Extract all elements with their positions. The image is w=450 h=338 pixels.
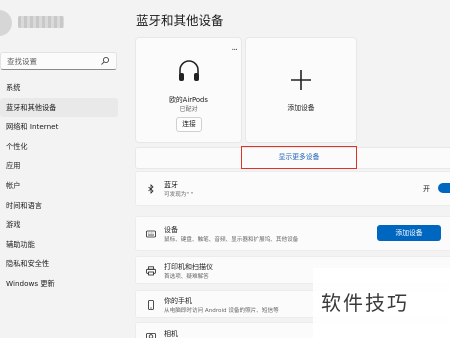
bluetooth-title: 蓝牙 — [164, 181, 178, 189]
sidebar-item-apps[interactable]: 应用 — [0, 156, 118, 176]
add-device-button[interactable]: 添加设备 — [377, 225, 441, 241]
headphones-icon — [179, 60, 199, 81]
page-title: 蓝牙和其他设备 — [136, 13, 224, 28]
bluetooth-toggle-label: 开 — [423, 185, 430, 193]
show-more-devices-link[interactable]: 显示更多设备 — [241, 146, 357, 169]
sidebar-item-system[interactable]: 系统 — [0, 78, 118, 98]
bluetooth-icon — [148, 184, 154, 194]
devices-row[interactable]: 设备 鼠标、键盘、触笔、音频、显示器和扩展坞、其他设备 添加设备 — [135, 216, 450, 251]
bluetooth-subtitle: 可发现为" " — [164, 192, 194, 198]
device-name: 欧的AirPods — [169, 96, 208, 104]
phone-icon — [148, 300, 154, 310]
user-name-blurred — [18, 16, 64, 28]
sidebar-item-network[interactable]: 网络和 Internet — [0, 117, 118, 137]
avatar — [0, 10, 12, 36]
more-options-button[interactable]: ... — [231, 43, 238, 53]
sidebar-item-personalization[interactable]: 个性化 — [0, 137, 118, 157]
camera-title: 相机 — [164, 330, 178, 338]
devices-subtitle: 鼠标、键盘、触笔、音频、显示器和扩展坞、其他设备 — [164, 237, 299, 243]
watermark: 软件技巧 — [313, 268, 450, 338]
phone-subtitle: 从电脑即时访问 Android 设备的照片、短信等 — [164, 308, 279, 314]
phone-title: 你的手机 — [164, 297, 192, 305]
sidebar-item-privacy[interactable]: 隐私和安全性 — [0, 254, 118, 274]
printer-icon — [146, 266, 156, 276]
device-status: 已配对 — [179, 106, 198, 113]
sidebar-item-accounts[interactable]: 帐户 — [0, 176, 118, 196]
camera-icon — [146, 333, 156, 338]
search-input[interactable]: 查找设置 — [0, 52, 117, 70]
keyboard-icon — [146, 230, 156, 238]
sidebar-item-bluetooth-devices[interactable]: 蓝牙和其他设备 — [0, 97, 118, 118]
sidebar-item-windows-update[interactable]: Windows 更新 — [0, 274, 118, 294]
add-device-label: 添加设备 — [287, 104, 315, 112]
connect-button[interactable]: 连接 — [176, 117, 202, 132]
device-card[interactable]: ... 欧的AirPods 已配对 连接 — [135, 37, 242, 143]
user-profile[interactable] — [0, 8, 124, 44]
sidebar-nav: 系统 蓝牙和其他设备 网络和 Internet 个性化 应用 帐户 时间和语言 … — [0, 78, 124, 294]
add-device-card[interactable]: 添加设备 — [245, 37, 357, 143]
search-icon — [101, 56, 110, 65]
bluetooth-toggle[interactable] — [438, 183, 450, 193]
sidebar: 查找设置 系统 蓝牙和其他设备 网络和 Internet 个性化 应用 帐户 时… — [0, 0, 124, 338]
plus-icon — [291, 70, 311, 90]
devices-title: 设备 — [164, 226, 178, 234]
sidebar-item-accessibility[interactable]: 辅助功能 — [0, 235, 118, 255]
sidebar-item-time-language[interactable]: 时间和语言 — [0, 196, 118, 216]
bluetooth-row[interactable]: 蓝牙 可发现为" " 开 — [135, 171, 450, 206]
printers-subtitle: 首选项、疑难解答 — [164, 274, 209, 280]
printers-title: 打印机和扫描仪 — [164, 263, 213, 271]
search-placeholder: 查找设置 — [7, 57, 37, 66]
sidebar-item-gaming[interactable]: 游戏 — [0, 215, 118, 235]
